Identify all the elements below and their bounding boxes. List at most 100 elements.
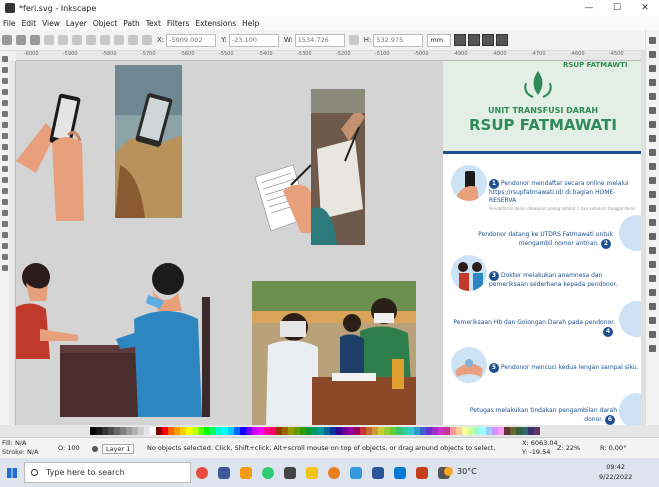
lock-ratio-icon[interactable] bbox=[348, 35, 359, 45]
firefox-icon[interactable] bbox=[328, 466, 340, 479]
inkscape-taskbar-icon[interactable] bbox=[284, 466, 296, 479]
x-field[interactable]: -5909.002 bbox=[166, 33, 217, 47]
clone-icon[interactable] bbox=[649, 247, 656, 254]
system-clock[interactable]: 09:42 9/22/2022 bbox=[599, 462, 632, 482]
lower-icon[interactable] bbox=[128, 35, 138, 45]
menu-filters[interactable]: Filters bbox=[167, 19, 189, 28]
copy-icon[interactable] bbox=[649, 163, 656, 170]
vertical-ruler[interactable] bbox=[9, 61, 16, 425]
mail-icon[interactable] bbox=[394, 466, 406, 479]
unit-select[interactable]: mm bbox=[427, 33, 452, 47]
word-icon[interactable] bbox=[372, 466, 384, 479]
hands-phone-illustration[interactable] bbox=[16, 83, 88, 223]
zoom-tool-icon[interactable] bbox=[1, 254, 8, 260]
node-tool-icon[interactable] bbox=[1, 67, 8, 73]
menu-text[interactable]: Text bbox=[146, 19, 161, 28]
rotate-cw-icon[interactable] bbox=[58, 35, 68, 45]
align-icon[interactable] bbox=[649, 331, 656, 338]
duplicate-icon[interactable] bbox=[649, 233, 656, 240]
bucket-tool-icon[interactable] bbox=[1, 199, 8, 205]
lower-to-bottom-icon[interactable] bbox=[142, 35, 152, 45]
donation-poster[interactable]: RSUP FATMAWTI UNIT TRANSFUSI DARAH RSUP … bbox=[443, 61, 641, 425]
blender-icon[interactable] bbox=[240, 466, 252, 479]
opacity-control[interactable]: O: 100 bbox=[58, 444, 80, 452]
calligraphy-tool-icon[interactable] bbox=[1, 144, 8, 150]
powerpoint-icon[interactable] bbox=[416, 466, 428, 479]
layer-visibility-icon[interactable] bbox=[92, 446, 98, 452]
save-icon[interactable] bbox=[649, 79, 656, 86]
star-tool-icon[interactable] bbox=[1, 100, 8, 106]
maximize-button[interactable]: ☐ bbox=[603, 0, 631, 16]
move-patterns-toggle[interactable] bbox=[496, 34, 509, 46]
dropper-tool-icon[interactable] bbox=[1, 188, 8, 194]
taskbar-search-box[interactable]: Type here to search bbox=[24, 462, 191, 483]
rectangle-tool-icon[interactable] bbox=[1, 78, 8, 84]
select-all-icon[interactable] bbox=[2, 35, 12, 45]
group-icon[interactable] bbox=[649, 261, 656, 268]
file-explorer-icon[interactable] bbox=[306, 466, 318, 479]
task-view-icon[interactable] bbox=[218, 466, 230, 479]
menu-object[interactable]: Object bbox=[93, 19, 117, 28]
minimize-button[interactable]: — bbox=[575, 0, 603, 16]
menu-edit[interactable]: Edit bbox=[22, 19, 37, 28]
eraser-tool-icon[interactable] bbox=[1, 232, 8, 238]
close-button[interactable]: ✕ bbox=[631, 0, 659, 16]
edge-icon[interactable] bbox=[350, 466, 362, 479]
start-button[interactable] bbox=[0, 458, 24, 487]
chrome-icon[interactable] bbox=[262, 466, 274, 479]
layer-select[interactable]: Layer 1 bbox=[102, 444, 135, 454]
connector-tool-icon[interactable] bbox=[1, 243, 8, 249]
menu-file[interactable]: File bbox=[3, 19, 16, 28]
ungroup-icon[interactable] bbox=[649, 275, 656, 282]
mesh-tool-icon[interactable] bbox=[1, 177, 8, 183]
import-icon[interactable] bbox=[649, 107, 656, 114]
y-field[interactable]: -23.100 bbox=[228, 33, 279, 47]
zoom-control[interactable]: Z: 22% bbox=[557, 444, 580, 452]
selector-tool-icon[interactable] bbox=[1, 56, 8, 62]
gradient-tool-icon[interactable] bbox=[1, 166, 8, 172]
preferences-icon[interactable] bbox=[649, 345, 656, 352]
circle-tool-icon[interactable] bbox=[1, 89, 8, 95]
rotation-control[interactable]: R: 0.00° bbox=[600, 444, 626, 452]
menu-view[interactable]: View bbox=[42, 19, 60, 28]
redo-icon[interactable] bbox=[649, 149, 656, 156]
menu-path[interactable]: Path bbox=[123, 19, 139, 28]
tweak-tool-icon[interactable] bbox=[1, 210, 8, 216]
cut-icon[interactable] bbox=[649, 177, 656, 184]
zoom-selection-icon[interactable] bbox=[649, 205, 656, 212]
pencil-tool-icon[interactable] bbox=[1, 133, 8, 139]
raise-to-top-icon[interactable] bbox=[100, 35, 110, 45]
text-tool-icon[interactable] bbox=[1, 155, 8, 161]
widgets-icon[interactable] bbox=[196, 466, 208, 479]
writing-hand-illustration[interactable] bbox=[251, 161, 319, 233]
new-document-icon[interactable] bbox=[649, 51, 656, 58]
consultation-illustration[interactable] bbox=[16, 249, 216, 417]
flip-vertical-icon[interactable] bbox=[86, 35, 96, 45]
print-icon[interactable] bbox=[649, 93, 656, 100]
palette-swatch[interactable] bbox=[534, 427, 540, 435]
rotate-ccw-icon[interactable] bbox=[44, 35, 54, 45]
pen-tool-icon[interactable] bbox=[1, 122, 8, 128]
text-font-icon[interactable] bbox=[649, 303, 656, 310]
deselect-icon[interactable] bbox=[30, 35, 40, 45]
undo-icon[interactable] bbox=[649, 135, 656, 142]
spray-tool-icon[interactable] bbox=[1, 221, 8, 227]
menu-help[interactable]: Help bbox=[242, 19, 259, 28]
select-all-layers-icon[interactable] bbox=[16, 35, 26, 45]
xml-editor-icon[interactable] bbox=[649, 317, 656, 324]
horizontal-ruler[interactable]: -6000 -5900 -5800 -5700 -5600 -5500 -540… bbox=[16, 51, 641, 61]
raise-icon[interactable] bbox=[114, 35, 124, 45]
paste-icon[interactable] bbox=[649, 191, 656, 198]
spiral-tool-icon[interactable] bbox=[1, 111, 8, 117]
w-field[interactable]: 1534.726 bbox=[294, 33, 345, 47]
h-field[interactable]: 532.975 bbox=[373, 33, 424, 47]
measure-tool-icon[interactable] bbox=[1, 265, 8, 271]
zoom-fit-icon[interactable] bbox=[649, 37, 656, 44]
scale-corners-toggle[interactable] bbox=[468, 34, 481, 46]
form-signing-photo[interactable] bbox=[311, 89, 365, 245]
open-icon[interactable] bbox=[649, 65, 656, 72]
drawing-canvas[interactable]: RSUP FATMAWTI UNIT TRANSFUSI DARAH RSUP … bbox=[16, 61, 641, 425]
weather-widget[interactable]: 30°C bbox=[444, 467, 477, 476]
phone-photo[interactable] bbox=[115, 65, 182, 218]
move-gradients-toggle[interactable] bbox=[482, 34, 495, 46]
